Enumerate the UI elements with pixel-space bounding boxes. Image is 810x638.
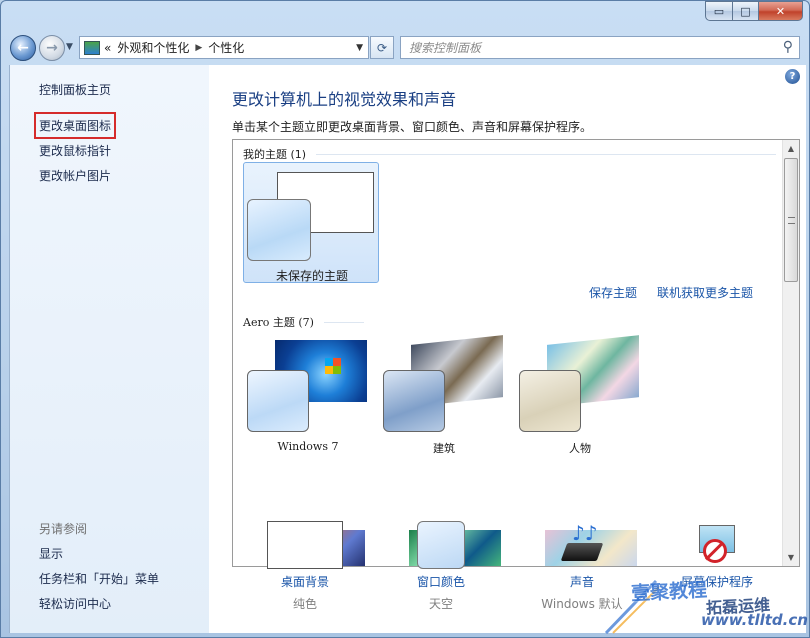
search-input[interactable]: 搜索控制面板: [409, 39, 481, 56]
see-also-taskbar[interactable]: 任务栏和「开始」菜单: [39, 570, 159, 587]
window-controls: ▭ □ ✕: [705, 1, 803, 21]
aero-header-label: Aero 主题 (7): [243, 316, 314, 329]
address-dropdown-icon[interactable]: ▼: [356, 43, 363, 53]
back-arrow-icon: ←: [17, 40, 29, 56]
desktop-background-setting[interactable]: 桌面背景 纯色: [250, 521, 360, 612]
back-button[interactable]: ←: [10, 35, 36, 61]
scroll-thumb[interactable]: [784, 158, 798, 282]
save-theme-link[interactable]: 保存主题: [589, 284, 637, 301]
theme-characters-swatch: [519, 370, 581, 432]
search-box[interactable]: 搜索控制面板 ⚲: [400, 36, 800, 59]
refresh-icon: ⟳: [376, 40, 388, 55]
unsaved-theme-label: 未保存的主题: [275, 269, 348, 283]
navigation-bar: ← → ▼ « 外观和个性化 ▶ 个性化 ▼ ⟳ 搜索控制面板 ⚲: [1, 29, 810, 65]
theme-windows7-label: Windows 7: [277, 440, 339, 453]
scroll-up-icon[interactable]: ▲: [783, 140, 799, 157]
breadcrumb-appearance[interactable]: 外观和个性化: [117, 39, 189, 56]
theme-list[interactable]: 我的主题 (1) 未保存的主题 保存主题 联机获取更多主题 Aero 主题 (7…: [232, 139, 800, 567]
get-more-themes-link[interactable]: 联机获取更多主题: [657, 284, 753, 301]
breadcrumb-separator-icon[interactable]: ▶: [195, 43, 202, 53]
sidebar-link-account-picture[interactable]: 更改帐户图片: [39, 167, 111, 184]
desktop-background-value: 纯色: [292, 597, 317, 611]
theme-characters[interactable]: 人物: [519, 335, 641, 460]
page-subtitle: 单击某个主题立即更改桌面背景、窗口颜色、声音和屏幕保护程序。: [232, 120, 593, 134]
my-themes-group-header: 我的主题 (1): [243, 146, 777, 162]
theme-architecture-label: 建筑: [433, 442, 455, 455]
search-icon[interactable]: ⚲: [783, 39, 793, 55]
aero-themes-group-header: Aero 主题 (7): [243, 314, 364, 330]
theme-windows7-swatch: [247, 370, 309, 432]
desktop-background-thumbnail: [267, 521, 343, 569]
control-panel-icon: [84, 40, 100, 55]
unsaved-theme-tile[interactable]: 未保存的主题: [243, 162, 379, 283]
my-themes-header-label: 我的主题 (1): [243, 148, 307, 161]
help-icon[interactable]: ?: [785, 69, 800, 84]
address-bar[interactable]: « 外观和个性化 ▶ 个性化 ▼: [79, 36, 369, 59]
forward-arrow-icon: →: [46, 40, 58, 56]
page-title: 更改计算机上的视觉效果和声音: [232, 90, 457, 109]
theme-windows7[interactable]: Windows 7: [247, 340, 369, 460]
see-also-ease-of-access[interactable]: 轻松访问中心: [39, 595, 111, 612]
forward-button[interactable]: →: [39, 35, 65, 61]
theme-list-scrollbar[interactable]: ▲ ▼: [782, 140, 799, 566]
window-color-value: 天空: [428, 597, 453, 611]
sidebar-link-mouse-pointer[interactable]: 更改鼠标指针: [39, 142, 111, 159]
theme-color-swatch: [247, 199, 311, 261]
minimize-button[interactable]: ▭: [705, 1, 733, 21]
breadcrumb-overflow[interactable]: «: [104, 41, 111, 55]
see-also-display[interactable]: 显示: [39, 545, 63, 562]
window-color-label[interactable]: 窗口颜色: [386, 573, 496, 590]
watermark-line2: www.tlltd.cn: [701, 611, 808, 629]
screensaver-icon: [693, 521, 741, 569]
scroll-down-icon[interactable]: ▼: [783, 549, 799, 566]
theme-architecture[interactable]: 建筑: [383, 335, 505, 460]
close-button[interactable]: ✕: [759, 1, 803, 21]
breadcrumb-personalization[interactable]: 个性化: [208, 39, 244, 56]
sound-icon: ♪♪: [558, 521, 606, 569]
refresh-button[interactable]: ⟳: [370, 36, 394, 59]
watermark-line1: 壹聚教程: [630, 579, 708, 605]
window-color-setting[interactable]: 窗口颜色 天空: [386, 521, 496, 612]
see-also-heading: 另请参阅: [39, 522, 88, 536]
recent-pages-dropdown-icon[interactable]: ▼: [66, 42, 73, 52]
main-content: ? 更改计算机上的视觉效果和声音 单击某个主题立即更改桌面背景、窗口颜色、声音和…: [209, 65, 806, 633]
scroll-grip-icon: [788, 217, 795, 224]
theme-characters-label: 人物: [569, 442, 591, 455]
window-frame: ▭ □ ✕ ← → ▼ « 外观和个性化 ▶ 个性化 ▼ ⟳ 搜索控制面板 ⚲ …: [0, 0, 810, 638]
sidebar-home-link[interactable]: 控制面板主页: [39, 81, 111, 98]
maximize-button[interactable]: □: [733, 1, 759, 21]
sidebar: 控制面板主页 更改桌面图标 更改鼠标指针 更改帐户图片 另请参阅 显示 任务栏和…: [9, 65, 209, 633]
window-color-thumbnail: [417, 521, 465, 569]
sidebar-link-desktop-icons[interactable]: 更改桌面图标: [33, 112, 117, 139]
theme-architecture-swatch: [383, 370, 445, 432]
desktop-background-label[interactable]: 桌面背景: [250, 573, 360, 590]
